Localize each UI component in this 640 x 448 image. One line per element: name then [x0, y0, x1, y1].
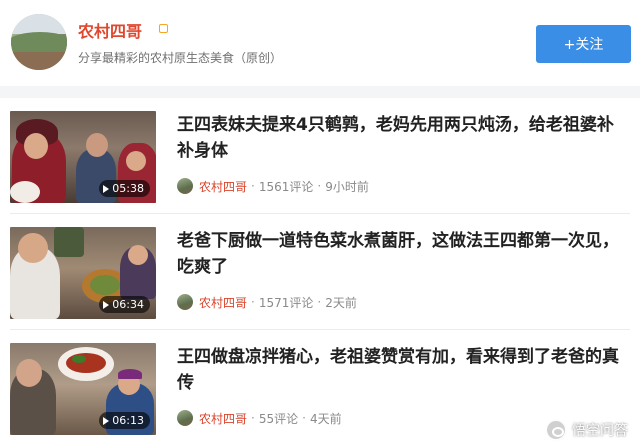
list-item[interactable]: 06:34 老爸下厨做一道特色菜水煮菌肝，这做法王四都第一次见，吃爽了 农村四哥… [0, 214, 640, 330]
watermark-text: 悟空问答 [572, 423, 628, 439]
author-name[interactable]: 农村四哥 [199, 410, 247, 427]
article-meta: 农村四哥 · 1561评论 · 9小时前 [177, 177, 369, 195]
publish-time: 4天前 [309, 411, 342, 426]
article-meta: 农村四哥 · 1571评论 · 2天前 [177, 293, 357, 311]
meta-separator: · [251, 295, 255, 309]
video-thumbnail[interactable]: 05:38 [10, 111, 156, 203]
watermark: 悟空问答 [545, 418, 628, 442]
duration-text: 06:34 [112, 298, 144, 311]
video-duration-badge: 06:13 [99, 412, 150, 429]
play-icon [103, 416, 110, 425]
avatar-sky [11, 14, 67, 34]
play-icon [103, 300, 110, 309]
article-title[interactable]: 老爸下厨做一道特色菜水煮菌肝，这做法王四都第一次见，吃爽了 [177, 228, 627, 280]
follow-button[interactable]: +关注 [536, 25, 631, 63]
channel-description: 分享最精彩的农村原生态美食（原创） [78, 51, 283, 65]
avatar-ground [11, 52, 67, 70]
channel-header: 农村四哥 分享最精彩的农村原生态美食（原创） +关注 [0, 0, 640, 86]
meta-separator: · [251, 411, 255, 425]
verified-badge-icon [159, 24, 168, 33]
wukong-logo-icon [545, 419, 567, 441]
article-title[interactable]: 王四做盘凉拌猪心，老祖婆赞赏有加，看来得到了老爸的真传 [177, 344, 627, 396]
article-title[interactable]: 王四表妹夫提来4只鹌鹑，老妈先用两只炖汤，给老祖婆补补身体 [177, 112, 627, 164]
author-name[interactable]: 农村四哥 [199, 294, 247, 311]
video-thumbnail[interactable]: 06:34 [10, 227, 156, 319]
author-avatar[interactable] [177, 294, 193, 310]
comment-count: 1561评论 [258, 179, 314, 194]
duration-text: 05:38 [112, 182, 144, 195]
article-list: 05:38 王四表妹夫提来4只鹌鹑，老妈先用两只炖汤，给老祖婆补补身体 农村四哥… [0, 98, 640, 448]
meta-separator: · [251, 179, 255, 193]
channel-name[interactable]: 农村四哥 [78, 18, 142, 42]
video-thumbnail[interactable]: 06:13 [10, 343, 156, 435]
video-duration-badge: 05:38 [99, 180, 150, 197]
channel-avatar[interactable] [11, 14, 67, 70]
meta-separator: · [317, 179, 322, 193]
duration-text: 06:13 [112, 414, 144, 427]
list-item[interactable]: 05:38 王四表妹夫提来4只鹌鹑，老妈先用两只炖汤，给老祖婆补补身体 农村四哥… [0, 98, 640, 214]
article-meta: 农村四哥 · 55评论 · 4天前 [177, 409, 342, 427]
video-duration-badge: 06:34 [99, 296, 150, 313]
meta-separator: · [302, 411, 306, 425]
author-avatar[interactable] [177, 410, 193, 426]
author-avatar[interactable] [177, 178, 193, 194]
meta-separator: · [317, 295, 322, 309]
publish-time: 9小时前 [325, 179, 369, 194]
list-item[interactable]: 06:13 王四做盘凉拌猪心，老祖婆赞赏有加，看来得到了老爸的真传 农村四哥 ·… [0, 330, 640, 446]
play-icon [103, 184, 110, 193]
publish-time: 2天前 [325, 295, 357, 310]
comment-count: 1571评论 [258, 295, 314, 310]
author-name[interactable]: 农村四哥 [199, 178, 247, 195]
comment-count: 55评论 [258, 411, 299, 426]
